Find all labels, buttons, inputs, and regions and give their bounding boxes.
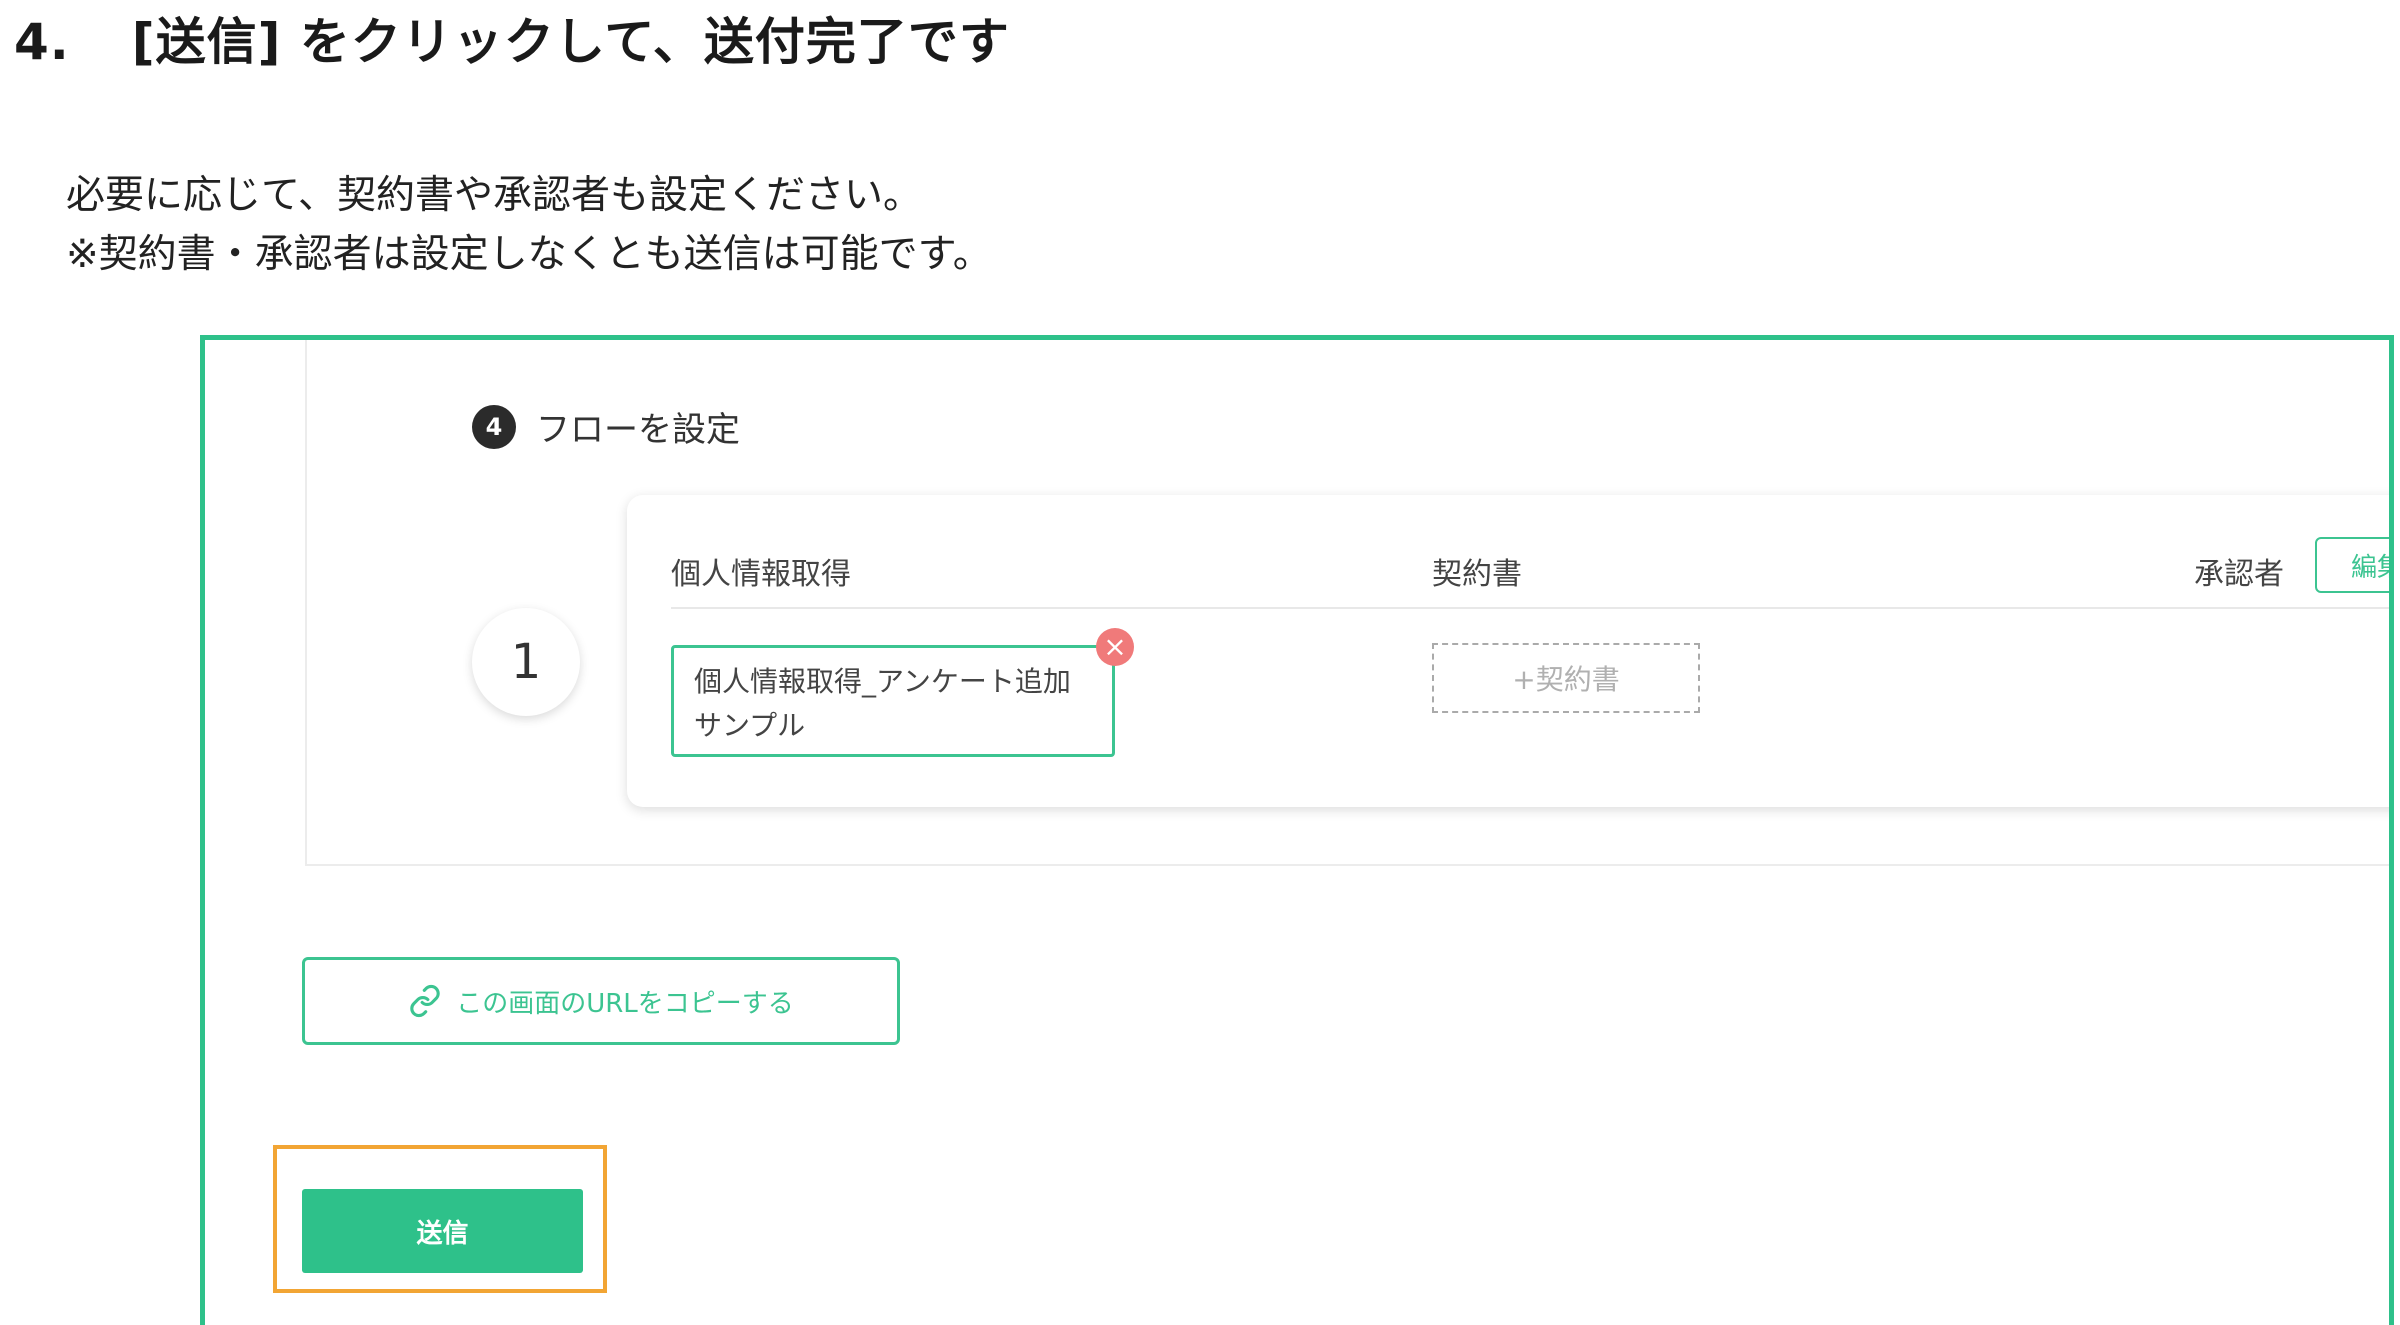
copy-url-button[interactable]: この画面のURLをコピーする — [302, 957, 900, 1045]
column-header-personal-info: 個人情報取得 — [671, 557, 851, 592]
remove-document-icon[interactable]: × — [1096, 628, 1134, 666]
step-4-badge: 4 — [472, 404, 516, 449]
link-icon — [410, 984, 440, 1018]
step-heading: 4. [送信] をクリックして、送付完了です — [14, 2, 1010, 74]
flow-number-badge: 1 — [472, 608, 580, 716]
header-divider — [671, 607, 2389, 609]
description-line-1: 必要に応じて、契約書や承認者も設定ください。 — [66, 173, 923, 218]
flow-section-panel: 4 フローを設定 1 個人情報取得 契約書 承認者 編集 個人情報取得_アンケー… — [305, 340, 2389, 866]
document-chip-line-2: サンプル — [694, 709, 806, 742]
column-header-approver: 承認者 — [2194, 557, 2284, 592]
section-title-text: フローを設定 — [536, 410, 740, 450]
personal-info-document-chip[interactable]: 個人情報取得_アンケート追加 サンプル — [671, 645, 1115, 757]
edit-approver-button[interactable]: 編集 — [2315, 537, 2389, 593]
ui-screenshot-frame: 4 フローを設定 1 個人情報取得 契約書 承認者 編集 個人情報取得_アンケー… — [200, 335, 2394, 1325]
column-header-contract: 契約書 — [1432, 557, 1522, 592]
description-line-2: ※契約書・承認者は設定しなくとも送信は可能です。 — [66, 232, 992, 277]
section-title: 4 フローを設定 — [472, 402, 740, 451]
send-button[interactable]: 送信 — [302, 1189, 583, 1273]
step-heading-text: [送信] をクリックして、送付完了です — [131, 13, 1010, 71]
step-number: 4. — [14, 13, 70, 71]
flow-card: 個人情報取得 契約書 承認者 編集 個人情報取得_アンケート追加 サンプル × … — [627, 495, 2389, 807]
copy-url-label: この画面のURLをコピーする — [456, 988, 794, 1019]
document-chip-line-1: 個人情報取得_アンケート追加 — [694, 665, 1071, 698]
add-contract-button[interactable]: +契約書 — [1432, 643, 1700, 713]
